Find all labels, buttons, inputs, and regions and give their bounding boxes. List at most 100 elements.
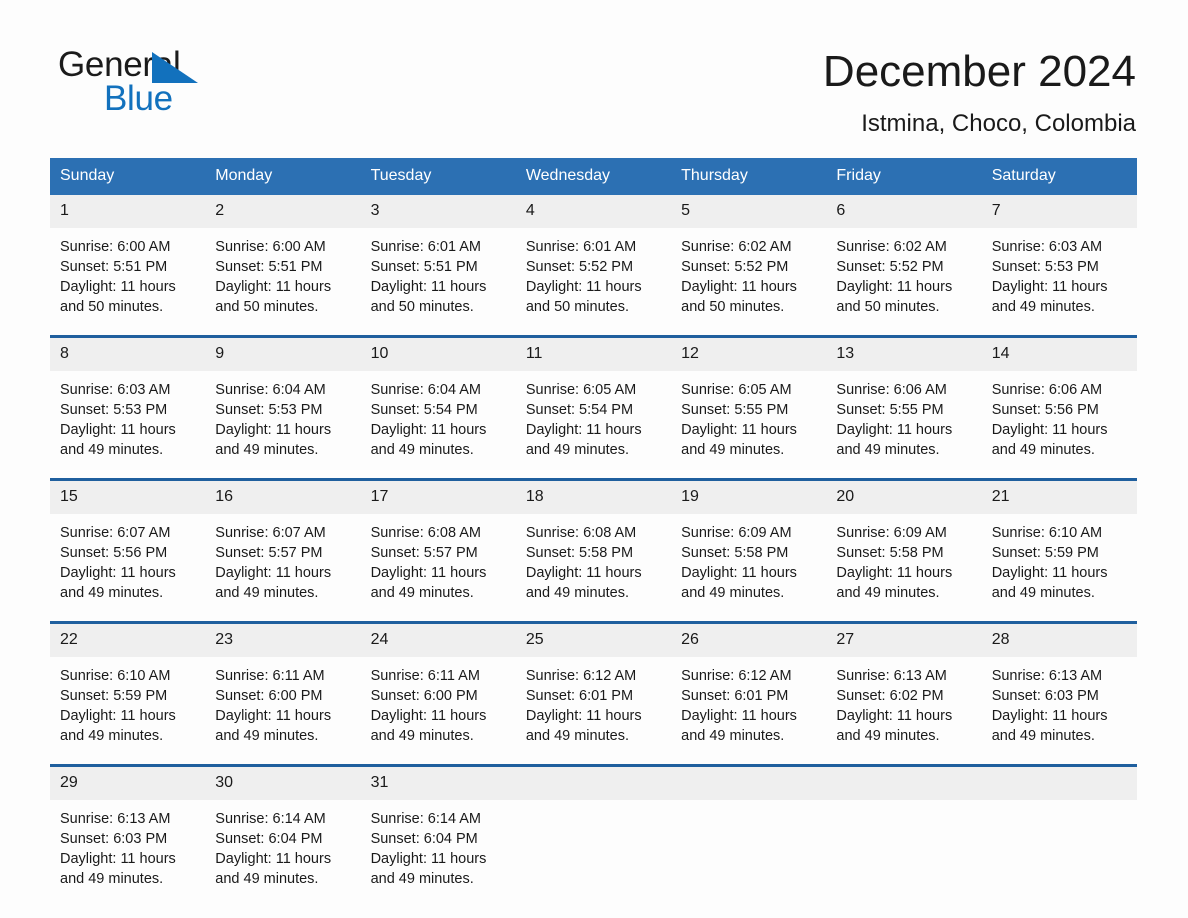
daylight-text-line2: and 49 minutes. xyxy=(836,585,940,601)
sunset-text: Sunset: 6:03 PM xyxy=(991,688,1099,704)
sunrise-text: Sunrise: 6:10 AM xyxy=(60,668,171,684)
calendar-day-cell[interactable]: 3 Sunrise: 6:01 AM Sunset: 5:51 PM Daylight… xyxy=(360,195,516,337)
calendar-day-cell[interactable]: 9 Sunrise: 6:04 AM Sunset: 5:53 PM Daylight… xyxy=(205,335,361,480)
weekday-header-sunday: Sunday xyxy=(50,158,206,195)
calendar-day-cell[interactable]: 31 Sunrise: 6:14 AM Sunset: 6:04 PM Dayligh… xyxy=(360,764,516,907)
day-details: Sunrise: 6:11 AM Sunset: 6:00 PM Daylight:… xyxy=(361,657,516,764)
daylight-text-line1: Daylight: 11 hours xyxy=(991,279,1108,295)
calendar-day-cell[interactable]: 15 Sunrise: 6:07 AM Sunset: 5:56 PM Dayligh… xyxy=(50,478,206,623)
weekday-header-monday: Monday xyxy=(205,158,361,195)
day-number xyxy=(515,767,672,800)
generalblue-logo[interactable]: General Blue xyxy=(58,46,218,120)
calendar-day-cell[interactable]: 8 Sunrise: 6:03 AM Sunset: 5:53 PM Daylight… xyxy=(50,335,206,480)
day-number: 2 xyxy=(205,195,361,228)
sunset-text: Sunset: 6:00 PM xyxy=(215,688,323,704)
daylight-text-line1: Daylight: 11 hours xyxy=(991,422,1108,438)
calendar-day-cell[interactable]: 13 Sunrise: 6:06 AM Sunset: 5:55 PM Dayligh… xyxy=(826,335,982,480)
daylight-text-line1: Daylight: 11 hours xyxy=(836,565,953,581)
daylight-text-line1: Daylight: 11 hours xyxy=(525,708,642,724)
calendar-day-cell-empty xyxy=(671,764,827,907)
sunset-text: Sunset: 6:00 PM xyxy=(370,688,478,704)
daylight-text-line2: and 49 minutes. xyxy=(991,442,1095,458)
calendar-day-cell[interactable]: 2 Sunrise: 6:00 AM Sunset: 5:51 PM Daylight… xyxy=(205,195,361,337)
day-number: 24 xyxy=(360,624,516,657)
calendar-day-cell[interactable]: 7 Sunrise: 6:03 AM Sunset: 5:53 PM Daylight… xyxy=(981,195,1137,337)
calendar-day-cell[interactable]: 21 Sunrise: 6:10 AM Sunset: 5:59 PM Dayligh… xyxy=(981,478,1137,623)
sunrise-text: Sunrise: 6:12 AM xyxy=(525,668,637,684)
daylight-text-line1: Daylight: 11 hours xyxy=(60,279,176,295)
calendar-day-cell[interactable]: 11 Sunrise: 6:05 AM Sunset: 5:54 PM Dayligh… xyxy=(515,335,672,480)
calendar-day-cell[interactable]: 30 Sunrise: 6:14 AM Sunset: 6:04 PM Dayligh… xyxy=(205,764,361,907)
sunset-text: Sunset: 6:02 PM xyxy=(836,688,944,704)
calendar-day-cell[interactable]: 22 Sunrise: 6:10 AM Sunset: 5:59 PM Dayligh… xyxy=(50,621,206,766)
day-details: Sunrise: 6:04 AM Sunset: 5:54 PM Daylight:… xyxy=(361,371,516,478)
day-number: 1 xyxy=(50,195,206,228)
day-number: 28 xyxy=(981,624,1137,657)
calendar-week-row: 15 Sunrise: 6:07 AM Sunset: 5:56 PM Dayligh… xyxy=(50,478,1137,623)
calendar-day-cell[interactable]: 1 Sunrise: 6:00 AM Sunset: 5:51 PM Daylight… xyxy=(50,195,206,337)
daylight-text-line1: Daylight: 11 hours xyxy=(215,279,332,295)
calendar-day-cell[interactable]: 18 Sunrise: 6:08 AM Sunset: 5:58 PM Dayligh… xyxy=(515,478,672,623)
calendar-day-cell[interactable]: 20 Sunrise: 6:09 AM Sunset: 5:58 PM Dayligh… xyxy=(826,478,982,623)
sunrise-text: Sunrise: 6:09 AM xyxy=(836,525,947,541)
day-number: 19 xyxy=(671,481,827,514)
daylight-text-line1: Daylight: 11 hours xyxy=(370,851,487,867)
calendar-day-cell[interactable]: 16 Sunrise: 6:07 AM Sunset: 5:57 PM Dayligh… xyxy=(205,478,361,623)
day-number: 9 xyxy=(205,338,361,371)
calendar-day-cell[interactable]: 26 Sunrise: 6:12 AM Sunset: 6:01 PM Dayligh… xyxy=(671,621,827,766)
calendar-day-cell[interactable]: 19 Sunrise: 6:09 AM Sunset: 5:58 PM Dayligh… xyxy=(671,478,827,623)
day-number: 6 xyxy=(826,195,982,228)
logo-text-blue: Blue xyxy=(104,79,173,118)
sunset-text: Sunset: 5:58 PM xyxy=(525,545,634,561)
calendar-day-cell[interactable]: 10 Sunrise: 6:04 AM Sunset: 5:54 PM Dayligh… xyxy=(360,335,516,480)
calendar-day-cell[interactable]: 12 Sunrise: 6:05 AM Sunset: 5:55 PM Dayligh… xyxy=(671,335,827,480)
sunset-text: Sunset: 6:03 PM xyxy=(60,831,168,847)
sunrise-text: Sunrise: 6:04 AM xyxy=(370,382,481,398)
sunrise-text: Sunrise: 6:07 AM xyxy=(60,525,171,541)
day-number: 31 xyxy=(360,767,516,800)
sunset-text: Sunset: 5:54 PM xyxy=(370,402,478,418)
calendar-day-cell[interactable]: 4 Sunrise: 6:01 AM Sunset: 5:52 PM Daylight… xyxy=(515,195,672,337)
daylight-text-line2: and 50 minutes. xyxy=(681,299,785,315)
calendar-day-cell[interactable]: 29 Sunrise: 6:13 AM Sunset: 6:03 PM Dayligh… xyxy=(50,764,206,907)
day-details: Sunrise: 6:00 AM Sunset: 5:51 PM Daylight:… xyxy=(50,228,205,335)
calendar-day-cell[interactable]: 25 Sunrise: 6:12 AM Sunset: 6:01 PM Dayligh… xyxy=(515,621,672,766)
calendar-day-cell[interactable]: 28 Sunrise: 6:13 AM Sunset: 6:03 PM Dayligh… xyxy=(981,621,1137,766)
day-number: 25 xyxy=(515,624,672,657)
day-number xyxy=(826,767,982,800)
sunrise-text: Sunrise: 6:11 AM xyxy=(215,668,325,684)
daylight-text-line2: and 49 minutes. xyxy=(525,585,630,601)
calendar-day-cell[interactable]: 6 Sunrise: 6:02 AM Sunset: 5:52 PM Daylight… xyxy=(826,195,982,337)
daylight-text-line1: Daylight: 11 hours xyxy=(60,851,176,867)
calendar-day-cell[interactable]: 24 Sunrise: 6:11 AM Sunset: 6:00 PM Dayligh… xyxy=(360,621,516,766)
sunset-text: Sunset: 5:59 PM xyxy=(60,688,168,704)
day-details: Sunrise: 6:04 AM Sunset: 5:53 PM Daylight:… xyxy=(205,371,360,478)
day-number: 12 xyxy=(671,338,827,371)
daylight-text-line1: Daylight: 11 hours xyxy=(525,565,642,581)
daylight-text-line2: and 50 minutes. xyxy=(525,299,630,315)
sunset-text: Sunset: 5:57 PM xyxy=(215,545,323,561)
day-details: Sunrise: 6:06 AM Sunset: 5:56 PM Daylight:… xyxy=(982,371,1137,478)
calendar-day-cell[interactable]: 23 Sunrise: 6:11 AM Sunset: 6:00 PM Dayligh… xyxy=(205,621,361,766)
day-details: Sunrise: 6:10 AM Sunset: 5:59 PM Daylight:… xyxy=(50,657,205,764)
daylight-text-line2: and 50 minutes. xyxy=(836,299,940,315)
sunrise-text: Sunrise: 6:13 AM xyxy=(60,811,171,827)
daylight-text-line2: and 50 minutes. xyxy=(370,299,474,315)
calendar-day-cell[interactable]: 5 Sunrise: 6:02 AM Sunset: 5:52 PM Daylight… xyxy=(671,195,827,337)
daylight-text-line2: and 49 minutes. xyxy=(370,442,474,458)
calendar-day-cell-empty xyxy=(515,764,672,907)
daylight-text-line1: Daylight: 11 hours xyxy=(836,708,953,724)
day-details: Sunrise: 6:13 AM Sunset: 6:03 PM Daylight:… xyxy=(982,657,1137,764)
sunset-text: Sunset: 5:56 PM xyxy=(60,545,168,561)
sunrise-text: Sunrise: 6:03 AM xyxy=(991,239,1103,255)
day-details: Sunrise: 6:03 AM Sunset: 5:53 PM Daylight:… xyxy=(50,371,205,478)
calendar-day-cell[interactable]: 14 Sunrise: 6:06 AM Sunset: 5:56 PM Dayligh… xyxy=(981,335,1137,480)
daylight-text-line2: and 49 minutes. xyxy=(681,728,785,744)
sunset-text: Sunset: 5:58 PM xyxy=(836,545,944,561)
day-number: 29 xyxy=(50,767,206,800)
calendar-day-cell[interactable]: 17 Sunrise: 6:08 AM Sunset: 5:57 PM Dayligh… xyxy=(360,478,516,623)
day-number: 18 xyxy=(515,481,672,514)
calendar-day-cell[interactable]: 27 Sunrise: 6:13 AM Sunset: 6:02 PM Dayligh… xyxy=(826,621,982,766)
sunrise-text: Sunrise: 6:12 AM xyxy=(681,668,792,684)
daylight-text-line2: and 49 minutes. xyxy=(525,728,630,744)
